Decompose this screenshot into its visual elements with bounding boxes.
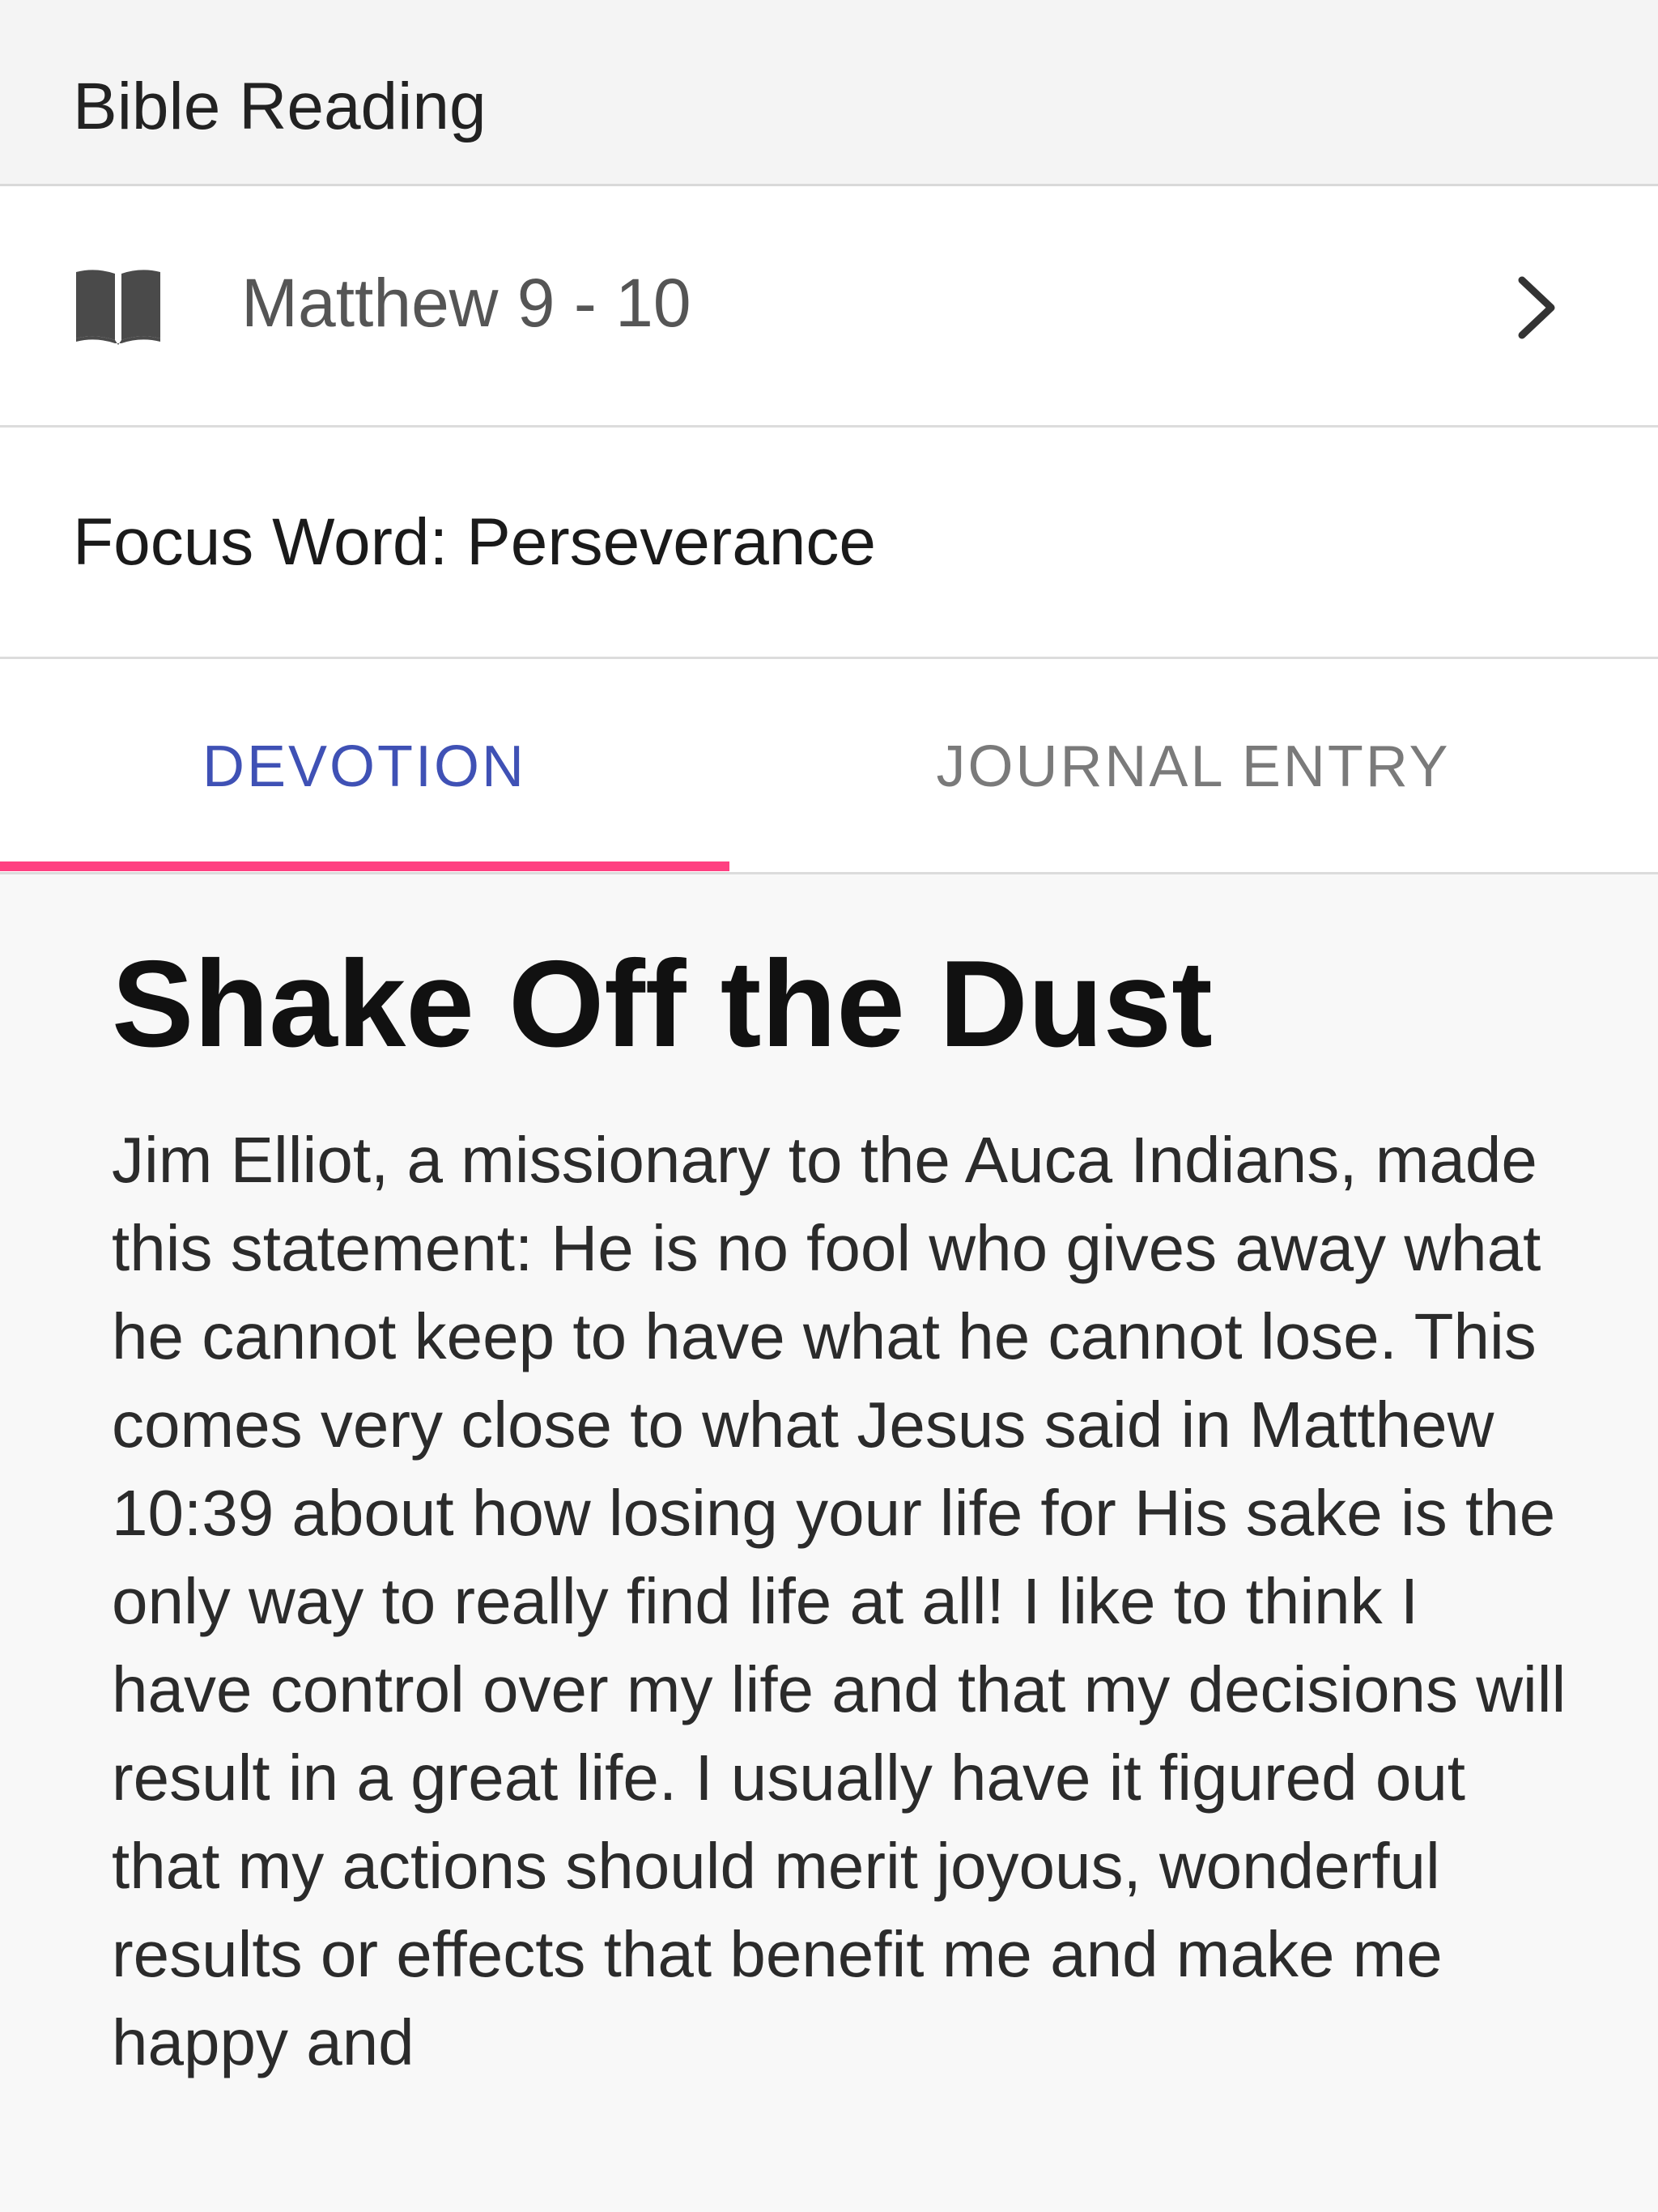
focus-word-row: Focus Word: Perseverance (0, 428, 1658, 659)
section-header: Bible Reading (0, 0, 1658, 186)
chevron-right-icon (1518, 276, 1555, 339)
devotion-body: Jim Elliot, a missionary to the Auca Ind… (112, 1124, 1567, 2078)
focus-word: Focus Word: Perseverance (73, 505, 877, 579)
tab-devotion-label: DEVOTION (202, 734, 527, 799)
reading-passage: Matthew 9 - 10 (241, 265, 691, 341)
tab-bar: DEVOTION JOURNAL ENTRY (0, 659, 1658, 874)
book-icon (76, 270, 160, 345)
active-tab-indicator (0, 861, 729, 871)
tab-devotion[interactable]: DEVOTION (0, 659, 829, 872)
app-screen: Bible Reading Matthew 9 - 10 Focus Word:… (0, 0, 1658, 2212)
reading-passage-row[interactable]: Matthew 9 - 10 (0, 186, 1658, 428)
devotion-title: Shake Off the Dust (112, 935, 1213, 1073)
devotion-content[interactable]: Shake Off the Dust Jim Elliot, a mission… (0, 874, 1658, 2212)
tab-journal-entry-label: JOURNAL ENTRY (936, 734, 1451, 799)
tab-journal-entry[interactable]: JOURNAL ENTRY (829, 659, 1658, 872)
page-title: Bible Reading (73, 70, 487, 143)
